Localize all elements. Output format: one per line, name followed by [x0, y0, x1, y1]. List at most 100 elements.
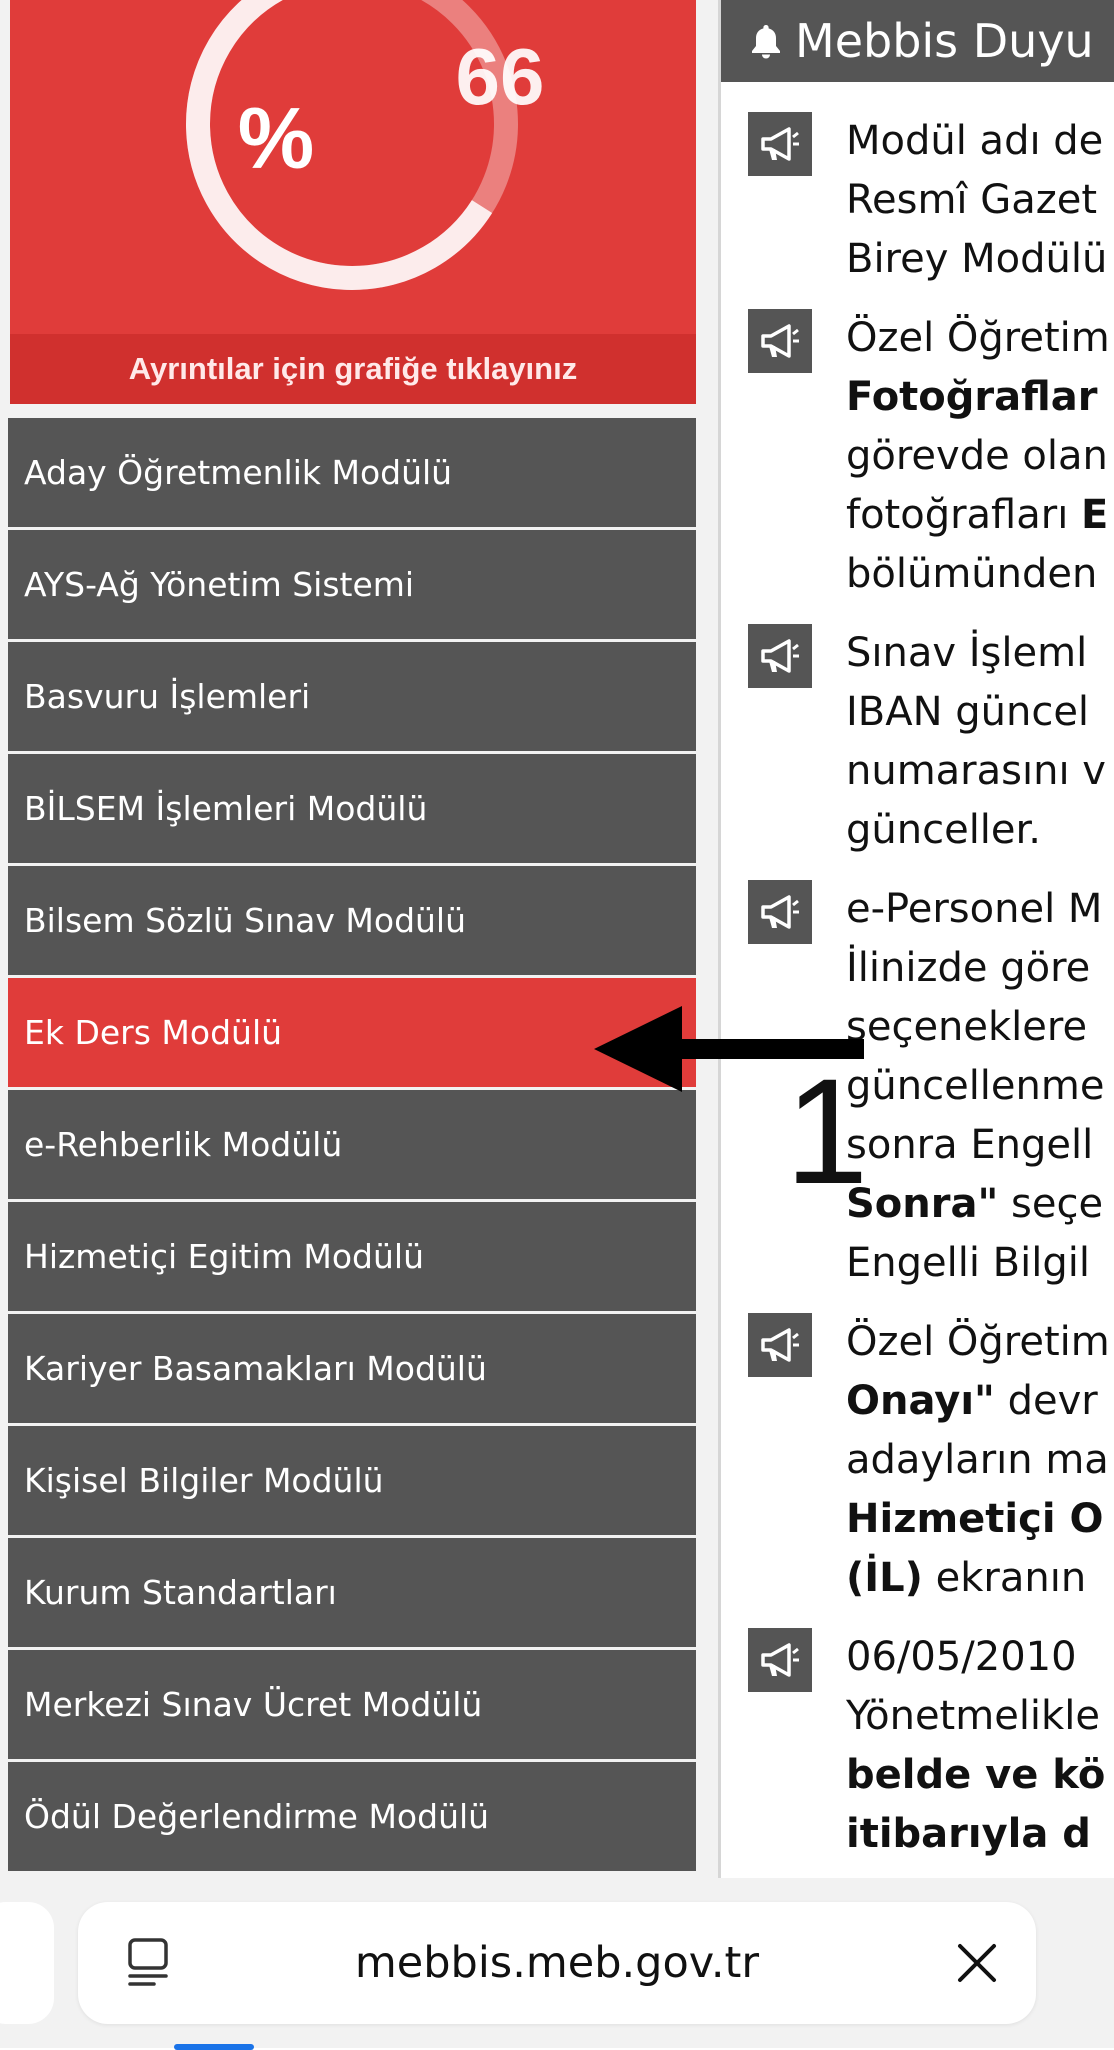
megaphone-icon-box [748, 309, 812, 373]
announcement-line: (İL) ekranın [846, 1549, 1114, 1608]
menu-item[interactable]: Kariyer Basamakları Modülü [8, 1314, 696, 1423]
menu-item[interactable]: Bilsem Sözlü Sınav Modülü [8, 866, 696, 975]
announcement-line: itibarıyla d [846, 1805, 1114, 1864]
menu-item[interactable]: BİLSEM İşlemleri Modülü [8, 754, 696, 863]
announcement-text: Hizmetiçi O [846, 1496, 1104, 1542]
announcement-line: seçeneklere [846, 998, 1114, 1057]
announcement-text: bölümünden [846, 551, 1098, 597]
announcement-text: adayların ma [846, 1437, 1109, 1483]
megaphone-icon-box [748, 624, 812, 688]
announcement-text: 06/05/2010 [846, 1634, 1077, 1680]
announcement-line: fotoğrafları E [846, 486, 1114, 545]
announcement-line: belde ve kö [846, 1746, 1114, 1805]
megaphone-icon-box [748, 1628, 812, 1692]
announcement-line: Fotoğraflar [846, 368, 1114, 427]
announcement-text: Sonra" [846, 1181, 999, 1227]
megaphone-icon-box [748, 112, 812, 176]
announcement-line: Yönetmelikle [846, 1687, 1114, 1746]
announcement-item[interactable]: Sınav İşleml IBAN güncel numarasını v günce… [721, 624, 1114, 860]
announcement-line: 06/05/2010 [846, 1628, 1114, 1687]
menu-item[interactable]: AYS-Ağ Yönetim Sistemi [8, 530, 696, 639]
menu-item[interactable]: Aday Öğretmenlik Modülü [8, 418, 696, 527]
megaphone-icon [761, 1643, 799, 1677]
announcement-item[interactable]: 06/05/2010 Yönetmelikle belde ve kö itibarı… [721, 1628, 1114, 1864]
announcement-text: Özel Öğretim [846, 1319, 1110, 1365]
announcement-text: fotoğrafları [846, 492, 1082, 538]
announcement-text: seçe [998, 1181, 1104, 1227]
announcement-text: (İL) [846, 1555, 923, 1601]
chart-footer-hint[interactable]: Ayrıntılar için grafiğe tıklayınız [10, 334, 696, 404]
menu-item[interactable]: Kurum Standartları [8, 1538, 696, 1647]
bell-icon [752, 25, 780, 59]
megaphone-icon [761, 895, 799, 929]
announcement-line: Engelli Bilgil [846, 1234, 1114, 1293]
announcement-line: günceller. [846, 801, 1114, 860]
menu-item[interactable]: Basvuru İşlemleri [8, 642, 696, 751]
close-icon[interactable] [952, 1938, 1002, 1988]
announcement-text: Fotoğraflar [846, 374, 1098, 420]
announcement-text: İlinizde göre [846, 945, 1091, 991]
announcements-list: Modül adı de Resmî Gazet Birey Modülü Özel … [721, 112, 1114, 1864]
menu-item[interactable]: Kişisel Bilgiler Modülü [8, 1426, 696, 1535]
announcement-line: Modül adı de [846, 112, 1114, 171]
announcement-line: Sonra" seçe [846, 1175, 1114, 1234]
announcement-item[interactable]: Özel Öğretim Onayı" devr adayların ma Hizme… [721, 1313, 1114, 1608]
announcement-line: Sınav İşleml [846, 624, 1114, 683]
announcement-text: Sınav İşleml [846, 630, 1088, 676]
announcement-text: Birey Modülü [846, 236, 1108, 282]
announcement-line: IBAN güncel [846, 683, 1114, 742]
url-text[interactable]: mebbis.meb.gov.tr [78, 1902, 1036, 2024]
announcement-text: Özel Öğretim [846, 315, 1110, 361]
announcement-text: numarasını v [846, 748, 1106, 794]
announcement-item[interactable]: Özel Öğretim Fotoğraflar görevde olan fotoğ… [721, 309, 1114, 604]
progress-donut-chart[interactable]: % 66 [10, 0, 696, 334]
announcement-line: Birey Modülü [846, 230, 1114, 289]
percent-symbol: % [238, 91, 314, 187]
announcement-text: devr [994, 1378, 1098, 1424]
announcements-panel: Mebbis Duyu Modül adı de Resmî Gazet Birey… [721, 0, 1114, 1878]
announcement-text: seçeneklere [846, 1004, 1088, 1050]
menu-item[interactable]: Merkezi Sınav Ücret Modülü [8, 1650, 696, 1759]
step-number-label: 1 [785, 1047, 869, 1215]
megaphone-icon [761, 324, 799, 358]
announcement-text: güncellenme [846, 1063, 1105, 1109]
announcement-text: E [1081, 492, 1109, 538]
announcements-header: Mebbis Duyu [721, 0, 1114, 82]
menu-item[interactable]: Ek Ders Modülü [8, 978, 696, 1087]
announcement-text: Onayı" [846, 1378, 995, 1424]
announcement-text: sonra Engell [846, 1122, 1094, 1168]
announcement-text: Resmî Gazet [846, 177, 1098, 223]
menu-item[interactable]: e-Rehberlik Modülü [8, 1090, 696, 1199]
announcement-line: güncellenme [846, 1057, 1114, 1116]
announcement-line: İlinizde göre [846, 939, 1114, 998]
announcement-text: belde ve kö [846, 1752, 1106, 1798]
announcement-item[interactable]: Modül adı de Resmî Gazet Birey Modülü [721, 112, 1114, 289]
address-bar[interactable]: mebbis.meb.gov.tr [78, 1902, 1036, 2050]
announcement-line: e-Personel M [846, 880, 1114, 939]
menu-item[interactable]: Hizmetiçi Egitim Modülü [8, 1202, 696, 1311]
browser-bottom-bar: mebbis.meb.gov.tr [0, 1878, 1114, 2050]
announcement-text: günceller. [846, 807, 1042, 853]
megaphone-icon [761, 127, 799, 161]
announcement-line: Özel Öğretim [846, 309, 1114, 368]
announcement-text: Modül adı de [846, 118, 1104, 164]
megaphone-icon [761, 1328, 799, 1362]
megaphone-icon-box [748, 880, 812, 944]
menu-item[interactable]: Ödül Değerlendirme Modülü [8, 1762, 696, 1871]
module-menu: Aday Öğretmenlik Modülü AYS-Ağ Yönetim Si… [8, 418, 696, 1874]
announcement-text: itibarıyla d [846, 1811, 1091, 1857]
page-load-progress [174, 2044, 254, 2050]
announcement-line: adayların ma [846, 1431, 1114, 1490]
previous-tab-preview[interactable] [0, 1902, 54, 2024]
announcement-line: Onayı" devr [846, 1372, 1114, 1431]
percent-value: 66 [456, 32, 545, 121]
announcement-text: e-Personel M [846, 886, 1103, 932]
announcement-text: IBAN güncel [846, 689, 1090, 735]
announcement-line: Resmî Gazet [846, 171, 1114, 230]
announcement-text: Engelli Bilgil [846, 1240, 1090, 1286]
announcements-title: Mebbis Duyu [795, 14, 1094, 68]
announcement-line: sonra Engell [846, 1116, 1114, 1175]
announcement-line: Özel Öğretim [846, 1313, 1114, 1372]
announcement-text: görevde olan [846, 433, 1108, 479]
chart-panel[interactable]: % 66 Ayrıntılar için grafiğe tıklayınız [10, 0, 696, 404]
